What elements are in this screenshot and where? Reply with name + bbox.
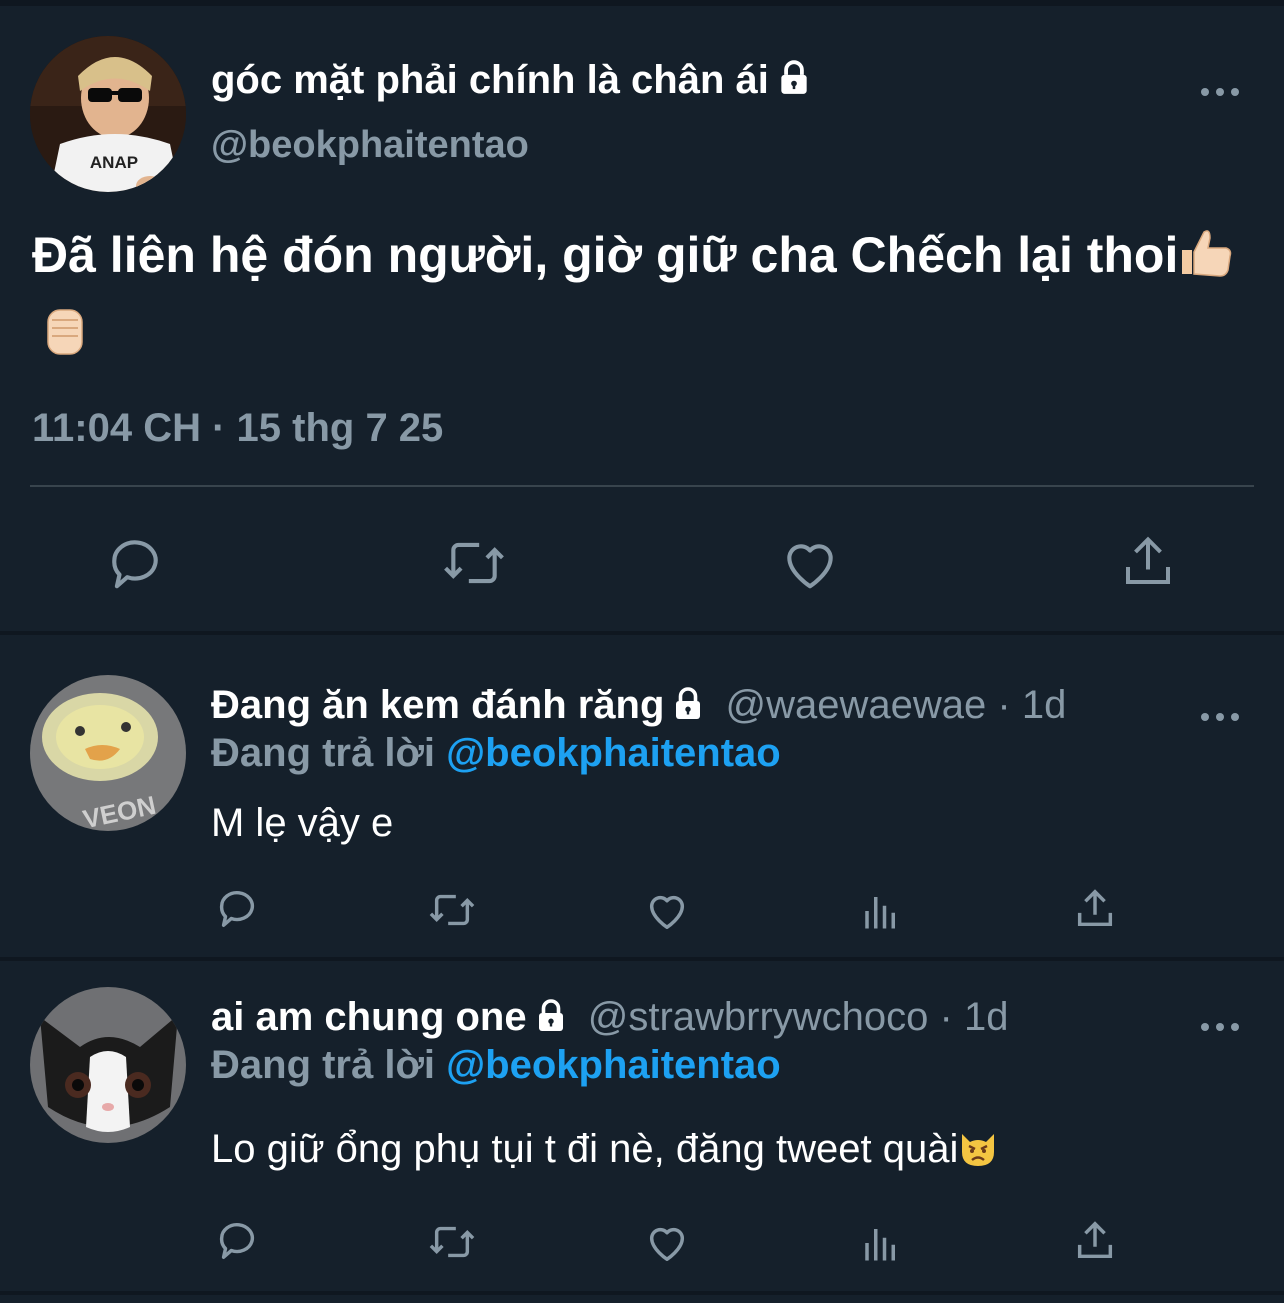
replying-mention[interactable]: @beokphaitentao — [446, 731, 781, 775]
tweet-text-content: Đã liên hệ đón người, giờ giữ cha Chếch … — [32, 227, 1179, 283]
retweet-button[interactable] — [426, 887, 478, 933]
like-button[interactable] — [643, 887, 691, 933]
reply-author-name[interactable]: Đang ăn kem đánh răng — [211, 683, 664, 727]
more-icon[interactable] — [1200, 72, 1240, 104]
replying-mention[interactable]: @beokphaitentao — [446, 1043, 781, 1087]
reply-avatar[interactable]: VEON — [30, 675, 186, 831]
reply-avatar[interactable] — [30, 987, 186, 1143]
author-name[interactable]: góc mặt phải chính là chân ái — [211, 58, 813, 107]
lock-icon — [533, 998, 569, 1044]
reply-handle[interactable]: @waewaewae — [726, 683, 987, 727]
analytics-button[interactable] — [860, 889, 902, 933]
retweet-icon — [429, 894, 475, 926]
replying-to: Đang trả lời @beokphaitentao — [211, 1043, 781, 1088]
reply-author-name[interactable]: ai am chung one — [211, 995, 527, 1039]
reply-tweet[interactable]: ai am chung one @strawbrrywchoco · 1d Đa… — [0, 961, 1284, 1291]
like-icon — [787, 544, 833, 589]
reply-tweet[interactable]: VEON Đang ăn kem đánh răng @waewaewae · … — [0, 635, 1284, 957]
reply-icon — [112, 540, 158, 589]
analytics-button[interactable] — [860, 1221, 902, 1265]
share-button[interactable] — [1072, 1217, 1118, 1265]
main-tweet: ANAP góc mặt phải chính là chân ái @beok… — [0, 6, 1284, 631]
share-icon — [1126, 536, 1170, 584]
pouting-cat-icon — [958, 1128, 998, 1178]
lock-icon — [670, 686, 706, 732]
analytics-icon — [865, 1229, 895, 1261]
reply-header: Đang ăn kem đánh răng @waewaewae · 1d — [211, 683, 1066, 732]
author-avatar[interactable]: ANAP — [30, 36, 186, 192]
share-button[interactable] — [1118, 530, 1178, 594]
author-handle[interactable]: @beokphaitentao — [211, 124, 529, 167]
analytics-icon — [865, 897, 895, 929]
author-name-text: góc mặt phải chính là chân ái — [211, 58, 769, 102]
like-icon — [649, 1227, 685, 1261]
tweet-text: Đã liên hệ đón người, giờ giữ cha Chếch … — [32, 218, 1252, 378]
reply-time: · 1d — [986, 683, 1067, 727]
share-icon — [1077, 1221, 1113, 1259]
reply-text-content: Lo giữ ổng phụ tụi t đi nè, đăng tweet q… — [211, 1127, 959, 1171]
reply-button[interactable] — [104, 532, 166, 594]
reply-time: · 1d — [928, 995, 1009, 1039]
raised-fist-icon — [40, 304, 90, 378]
retweet-icon — [429, 1226, 475, 1258]
like-button[interactable] — [643, 1219, 691, 1265]
like-icon — [649, 895, 685, 929]
reply-header: ai am chung one @strawbrrywchoco · 1d — [211, 995, 1008, 1044]
replying-to: Đang trả lời @beokphaitentao — [211, 731, 781, 776]
share-button[interactable] — [1072, 885, 1118, 933]
section-separator — [0, 1291, 1284, 1295]
lock-icon — [775, 59, 813, 107]
share-icon — [1077, 889, 1113, 927]
retweet-icon — [444, 542, 504, 584]
reply-button[interactable] — [214, 1217, 260, 1263]
reply-icon — [219, 891, 255, 927]
more-icon[interactable] — [1200, 697, 1240, 729]
replying-label: Đang trả lời — [211, 731, 447, 775]
reply-text: Lo giữ ổng phụ tụi t đi nè, đăng tweet q… — [211, 1127, 998, 1178]
reply-button[interactable] — [214, 885, 260, 931]
reply-handle[interactable]: @strawbrrywchoco — [588, 995, 929, 1039]
tweet-divider — [30, 485, 1254, 487]
thumbs-up-icon — [1178, 224, 1234, 298]
reply-text: M lẹ vậy e — [211, 801, 394, 845]
like-button[interactable] — [778, 532, 842, 594]
more-icon[interactable] — [1200, 1007, 1240, 1039]
avatar-shirt-text: ANAP — [90, 153, 138, 172]
retweet-button[interactable] — [426, 1219, 478, 1265]
retweet-button[interactable] — [440, 532, 508, 594]
tweet-timestamp[interactable]: 11:04 CH · 15 thg 7 25 — [32, 406, 443, 451]
replying-label: Đang trả lời — [211, 1043, 447, 1087]
reply-icon — [219, 1223, 255, 1259]
